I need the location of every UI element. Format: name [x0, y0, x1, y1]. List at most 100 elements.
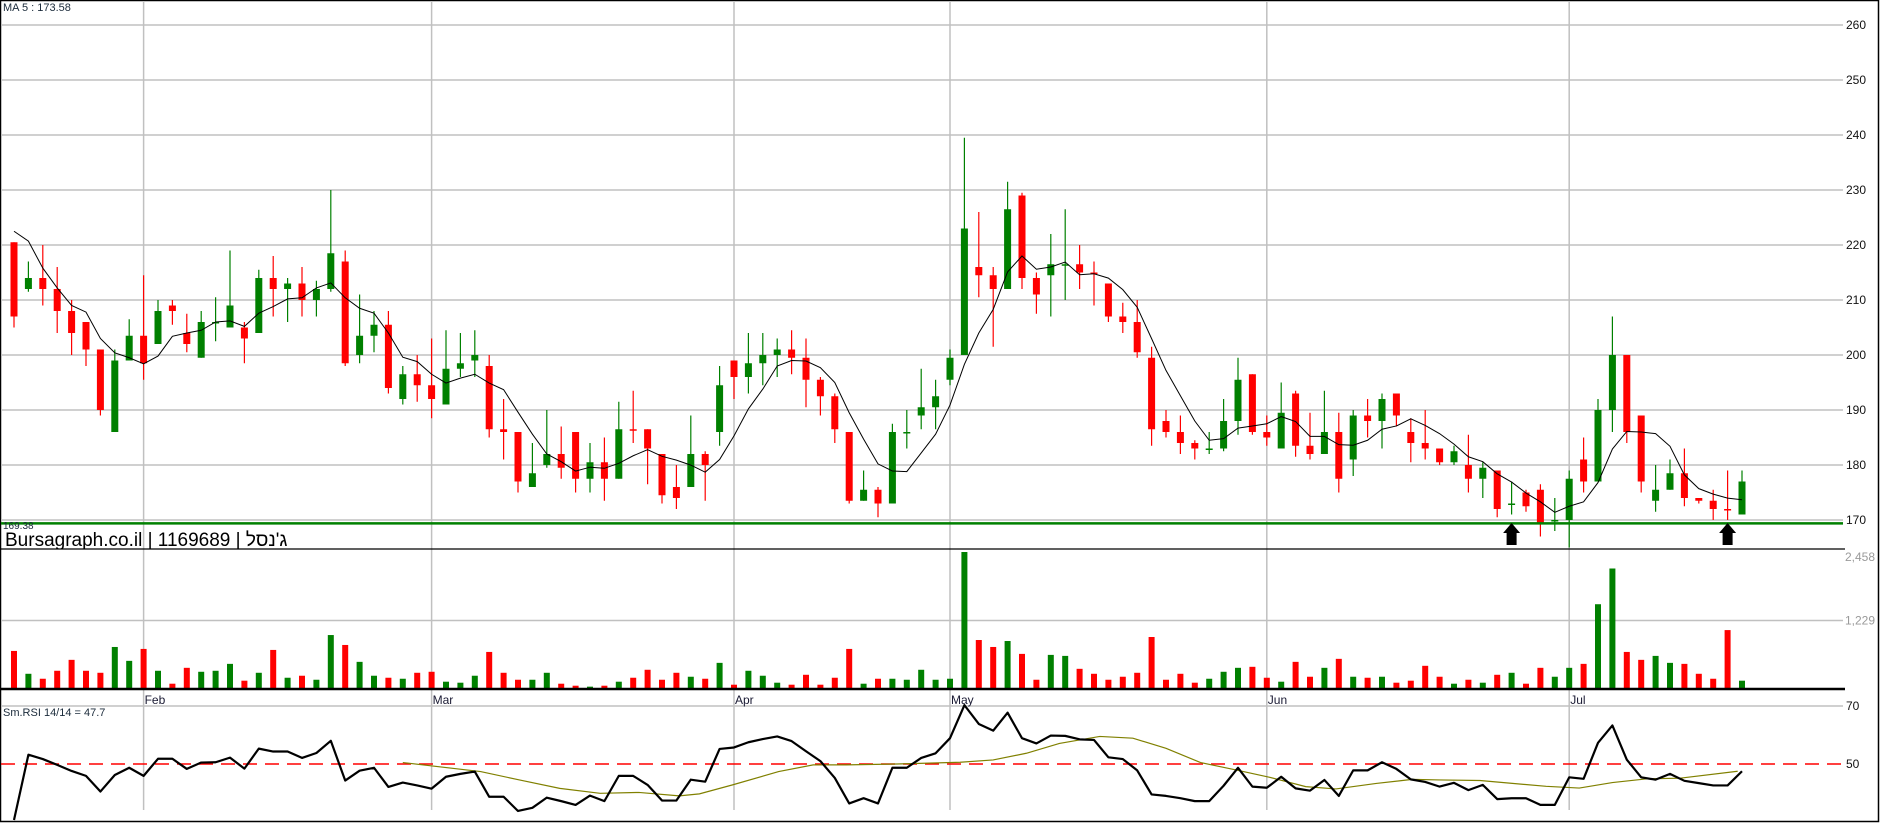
volume-bar — [270, 649, 277, 689]
volume-bar — [1695, 673, 1702, 689]
candle-body — [428, 385, 436, 399]
candle-body — [24, 278, 32, 289]
candle-body — [197, 322, 205, 358]
candle-body — [788, 349, 796, 358]
volume-bar — [1465, 679, 1472, 689]
candle-body — [903, 432, 911, 434]
volume-bar — [97, 672, 104, 689]
candle-body — [82, 322, 90, 350]
volume-bar — [227, 663, 233, 689]
candle-body — [1292, 393, 1300, 446]
candle — [255, 269, 263, 333]
volume-bar — [1004, 641, 1011, 689]
month-label: Mar — [433, 693, 454, 707]
month-label: Jun — [1268, 693, 1287, 707]
candle-body — [1032, 278, 1040, 295]
volume-bar — [903, 679, 910, 689]
volume-bar — [39, 678, 46, 689]
volume-bar — [198, 671, 205, 689]
volume-bar — [255, 672, 262, 689]
month-label: Jul — [1570, 693, 1585, 707]
candle — [111, 349, 119, 432]
volume-bar — [342, 644, 349, 689]
candle-body — [10, 242, 18, 317]
candle-body — [240, 327, 248, 339]
volume-bar — [1033, 679, 1040, 689]
candle-body — [485, 366, 493, 430]
candle-body — [1263, 432, 1271, 438]
candle — [96, 349, 104, 416]
candle-body — [140, 335, 148, 364]
volume-bar — [947, 678, 953, 689]
candle-body — [816, 379, 824, 397]
candle-body — [183, 333, 191, 344]
candle-body — [1335, 432, 1343, 479]
candle-body — [1205, 448, 1213, 450]
volume-bar — [212, 670, 219, 689]
volume-bar — [1551, 676, 1558, 689]
volume-bar — [975, 640, 982, 689]
volume-bar — [846, 648, 853, 689]
volume-bar — [1249, 666, 1256, 689]
candle — [1637, 415, 1645, 493]
volume-bar — [1019, 653, 1025, 689]
volume-bar — [428, 671, 435, 689]
candle-body — [860, 489, 868, 501]
month-label: Apr — [735, 693, 754, 707]
candle-body — [989, 275, 997, 289]
candle-body — [341, 261, 349, 364]
volume-bar — [1623, 651, 1630, 689]
volume-bar — [1307, 676, 1313, 689]
candle-body — [687, 454, 695, 487]
volume-bar — [1379, 676, 1385, 689]
candle-body — [644, 429, 652, 449]
price-tick-label: 170 — [1846, 513, 1866, 527]
candle-body — [168, 305, 176, 311]
candle-body — [1148, 357, 1156, 430]
candle-body — [384, 324, 392, 388]
candle-body — [1306, 445, 1314, 454]
volume-bar — [1537, 667, 1544, 689]
volume-bar — [1206, 678, 1213, 689]
candle-body — [1176, 432, 1184, 443]
volume-bar — [1263, 677, 1270, 689]
candle-body — [1565, 478, 1573, 520]
candle — [1018, 192, 1026, 289]
volume-bar — [1681, 663, 1688, 689]
candle-body — [932, 396, 940, 408]
volume-bar — [155, 670, 161, 689]
candle-body — [744, 363, 752, 377]
rsi-tick-label: 50 — [1846, 757, 1860, 771]
volume-bar — [54, 670, 61, 689]
candle-body — [399, 374, 407, 399]
volume-bar — [414, 672, 421, 689]
volume-bar — [1638, 659, 1645, 689]
volume-bar — [831, 677, 838, 689]
volume-bar — [1335, 658, 1342, 689]
volume-bar — [1710, 678, 1717, 689]
volume-bar — [1609, 568, 1616, 689]
candle-body — [629, 429, 637, 431]
candle-body — [1421, 443, 1429, 449]
volume-bar — [932, 679, 939, 689]
volume-bar — [299, 675, 305, 689]
volume-bar — [126, 660, 133, 689]
volume-bar — [630, 677, 637, 689]
volume-bar — [500, 672, 507, 689]
volume-bar — [1177, 673, 1184, 689]
volume-bar — [1119, 676, 1126, 689]
volume-bar — [1652, 655, 1659, 689]
volume-bar — [1436, 676, 1443, 689]
candle-body — [442, 368, 450, 405]
price-tick-label: 180 — [1846, 458, 1866, 472]
volume-bar — [716, 662, 723, 689]
candle-body — [1407, 432, 1415, 443]
candle-body — [1493, 470, 1501, 509]
volume-bar — [1580, 663, 1587, 689]
candle-body — [716, 385, 724, 432]
volume-bar — [327, 635, 334, 689]
month-label: May — [951, 693, 974, 707]
candle-body — [1479, 467, 1487, 479]
candle-body — [413, 374, 421, 386]
volume-bar — [990, 646, 997, 689]
